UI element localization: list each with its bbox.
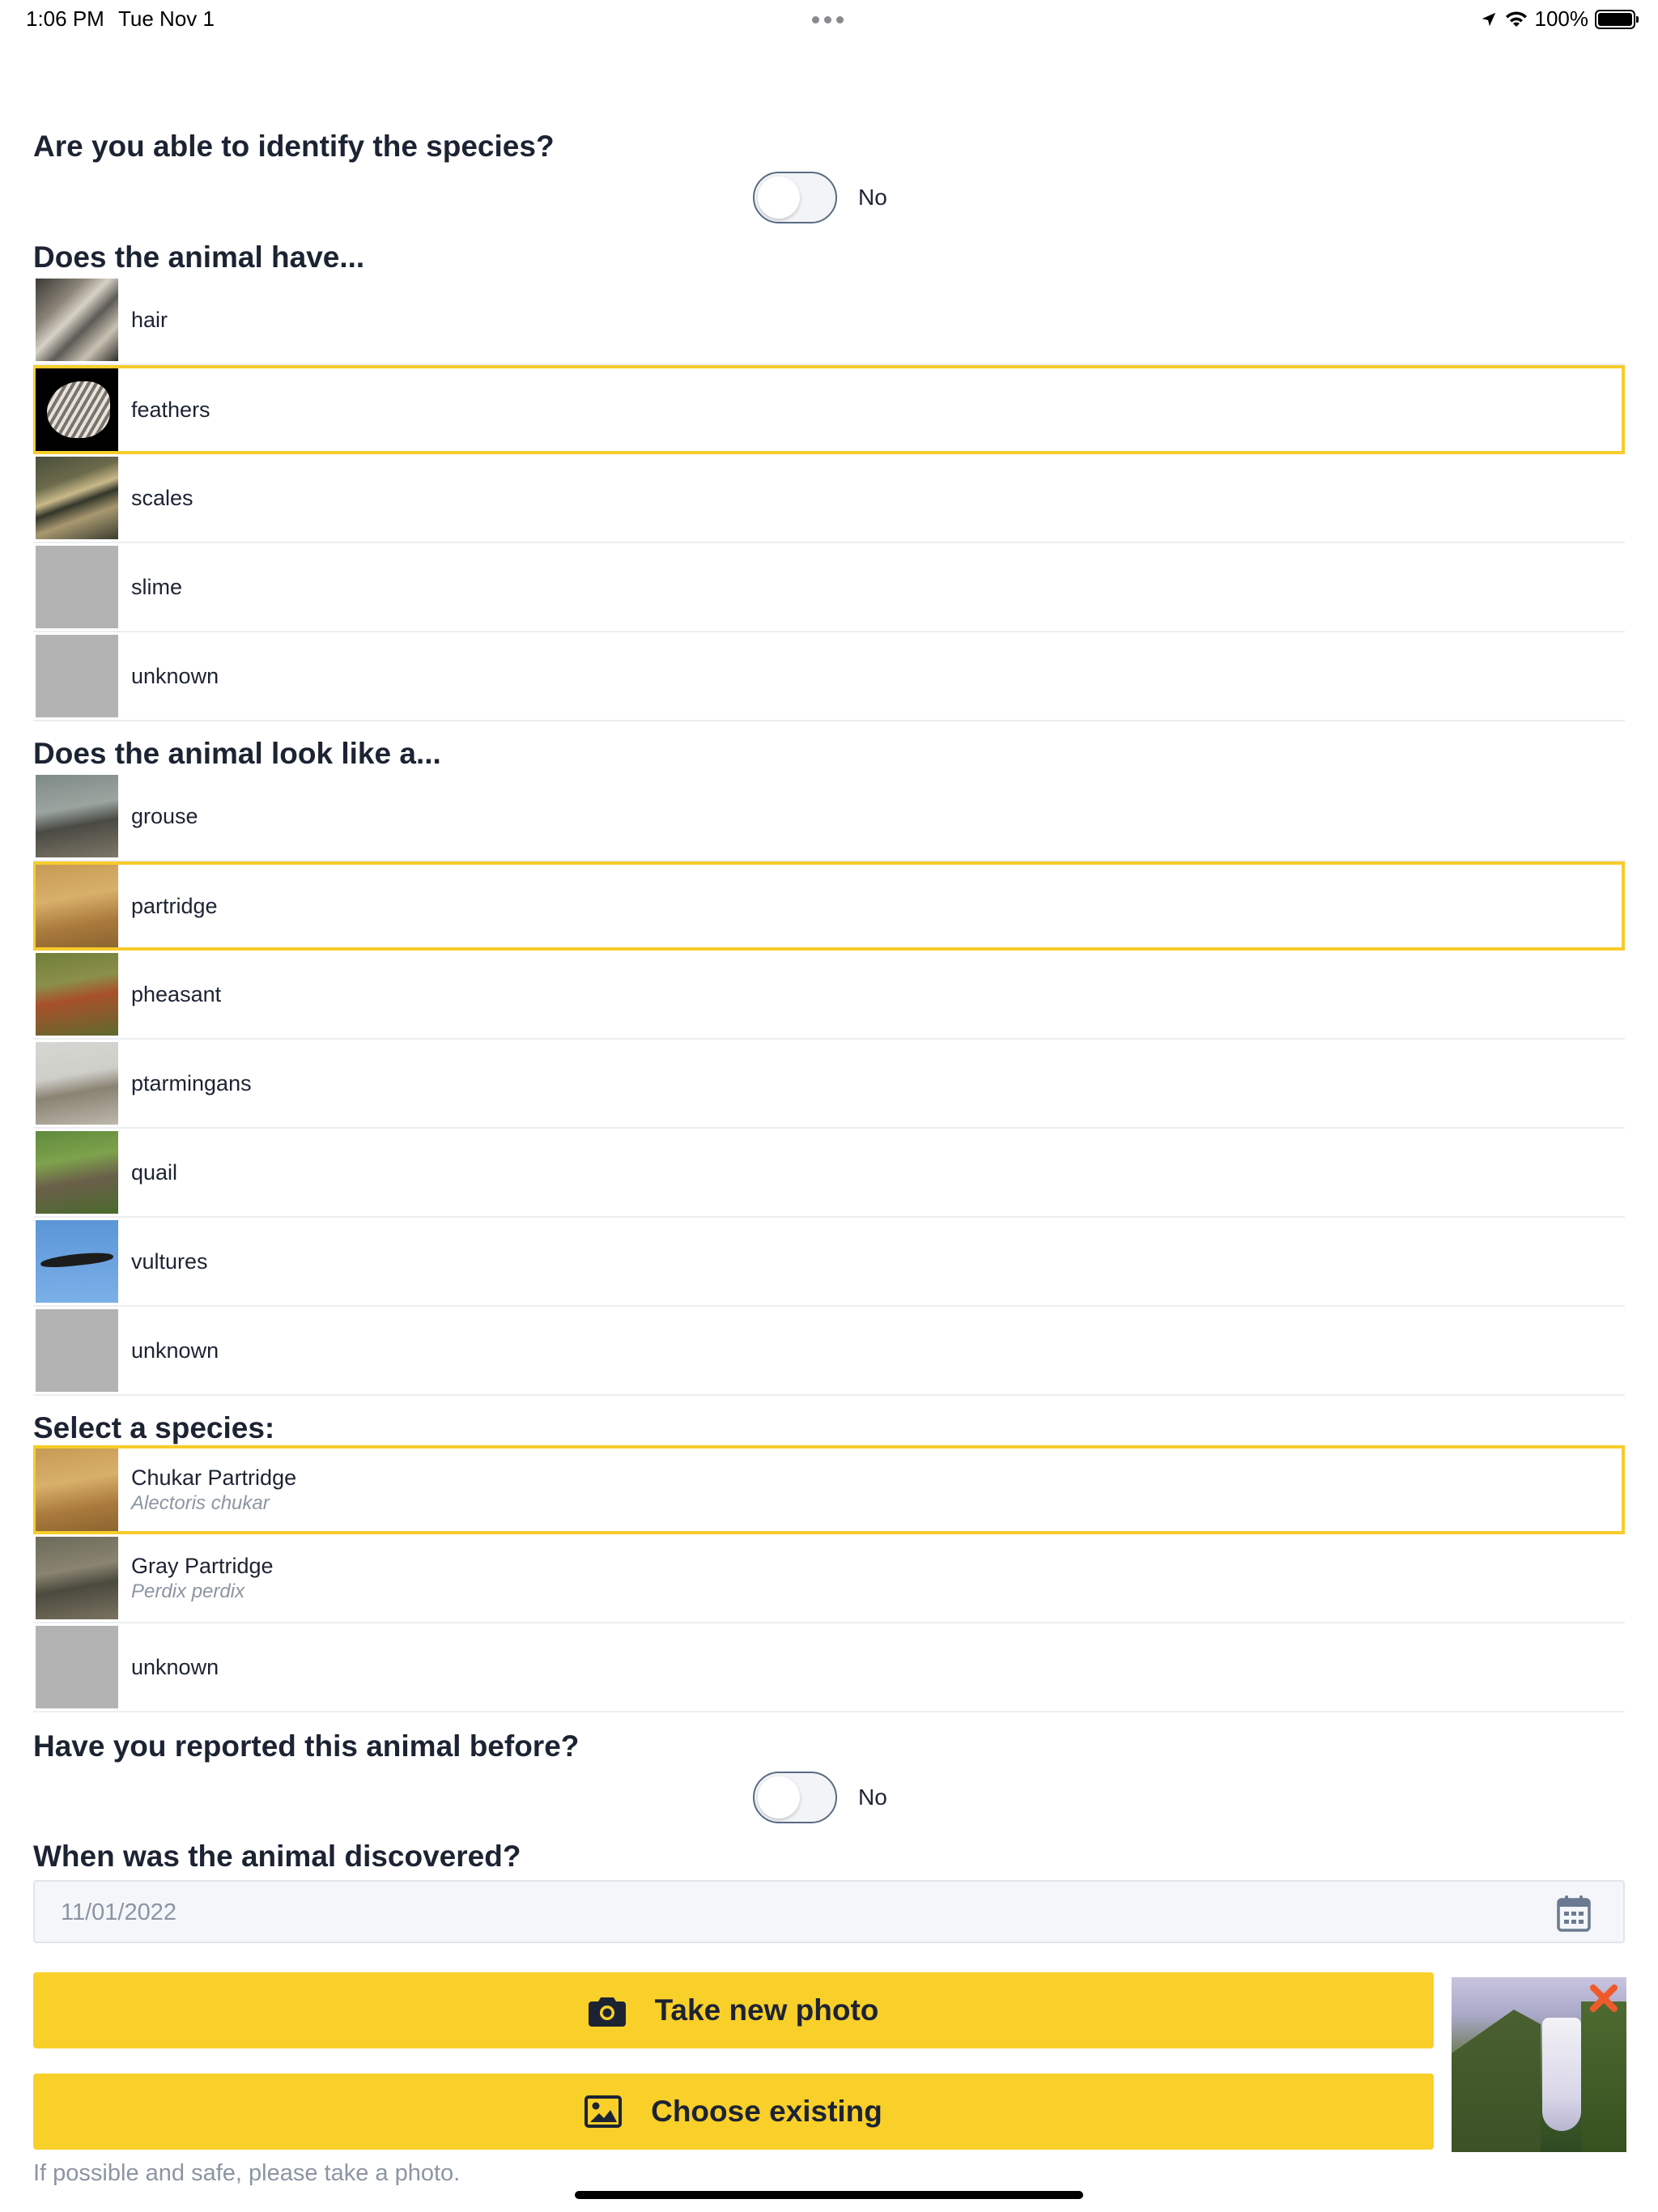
- identify-toggle-row: No: [753, 172, 887, 223]
- partridge-thumbnail: [36, 865, 118, 947]
- look-like-heading: Does the animal look like a...: [33, 737, 441, 770]
- image-icon: [585, 2095, 623, 2128]
- option-label: pheasant: [131, 981, 222, 1006]
- photo-hint: If possible and safe, please take a phot…: [33, 2160, 461, 2186]
- reported-toggle[interactable]: [753, 1772, 837, 1823]
- quail-thumbnail: [36, 1131, 118, 1214]
- ptarmingans-thumbnail: [36, 1042, 118, 1125]
- discovered-date-value: 11/01/2022: [61, 1899, 176, 1925]
- close-icon[interactable]: [1589, 1984, 1618, 2013]
- option-label: grouse: [131, 803, 198, 828]
- option-label: hair: [131, 307, 168, 332]
- feature-option-unknown[interactable]: unknown: [33, 632, 1625, 721]
- features-heading: Does the animal have...: [33, 240, 365, 274]
- photo-preview: [1452, 1977, 1626, 2152]
- take-photo-label: Take new photo: [654, 1993, 879, 2027]
- look-option-quail[interactable]: quail: [33, 1129, 1625, 1218]
- discovered-question: When was the animal discovered?: [33, 1840, 521, 1873]
- species-option-unknown[interactable]: unknown: [33, 1623, 1625, 1712]
- reported-question: Have you reported this animal before?: [33, 1729, 580, 1763]
- species-scientific-name: Alectoris chukar: [131, 1491, 270, 1514]
- look-option-unknown[interactable]: unknown: [33, 1307, 1625, 1396]
- camera-icon: [588, 1997, 626, 2027]
- grouse-thumbnail: [36, 775, 118, 857]
- multitasking-dots-icon[interactable]: [812, 16, 844, 23]
- feature-option-slime[interactable]: slime: [33, 543, 1625, 632]
- identify-question: Are you able to identify the species?: [33, 130, 555, 163]
- placeholder-thumbnail: [36, 1309, 118, 1392]
- feathers-thumbnail: [36, 368, 118, 451]
- scales-thumbnail: [36, 457, 118, 539]
- look-option-grouse[interactable]: grouse: [33, 772, 1625, 861]
- identify-toggle[interactable]: [753, 172, 837, 223]
- look-option-pheasant[interactable]: pheasant: [33, 951, 1625, 1040]
- hair-thumbnail: [36, 279, 118, 361]
- wifi-icon: [1505, 11, 1527, 27]
- option-label: partridge: [131, 893, 218, 918]
- option-label: slime: [131, 574, 183, 599]
- chukar-partridge-thumbnail: [36, 1448, 118, 1531]
- status-time: 1:06 PM: [26, 6, 104, 31]
- species-option-gray-partridge[interactable]: Gray Partridge Perdix perdix: [33, 1534, 1625, 1623]
- choose-existing-button[interactable]: Choose existing: [33, 2074, 1434, 2150]
- location-arrow-icon: [1482, 12, 1495, 26]
- option-label: quail: [131, 1159, 178, 1185]
- option-label: ptarmingans: [131, 1070, 252, 1095]
- species-heading: Select a species:: [33, 1411, 275, 1444]
- species-option-chukar-partridge[interactable]: Chukar Partridge Alectoris chukar: [33, 1445, 1625, 1534]
- battery-percentage: 100%: [1534, 6, 1589, 31]
- reported-toggle-row: No: [753, 1772, 887, 1823]
- option-label: unknown: [131, 1338, 219, 1363]
- species-scientific-name: Perdix perdix: [131, 1580, 245, 1602]
- pheasant-thumbnail: [36, 953, 118, 1036]
- option-label: unknown: [131, 663, 219, 688]
- home-indicator[interactable]: [575, 2191, 1083, 2199]
- discovered-date-field[interactable]: 11/01/2022: [33, 1880, 1625, 1943]
- species-common-name: Chukar Partridge: [131, 1465, 297, 1490]
- choose-existing-label: Choose existing: [651, 2095, 882, 2128]
- status-bar: 1:06 PM Tue Nov 1 100%: [0, 0, 1658, 39]
- look-option-partridge[interactable]: partridge: [33, 861, 1625, 951]
- option-label: unknown: [131, 1654, 219, 1679]
- take-photo-button[interactable]: Take new photo: [33, 1972, 1434, 2048]
- placeholder-thumbnail: [36, 1626, 118, 1708]
- feature-option-feathers[interactable]: feathers: [33, 365, 1625, 454]
- look-option-vultures[interactable]: vultures: [33, 1218, 1625, 1307]
- battery-icon: [1595, 9, 1639, 29]
- reported-toggle-label: No: [858, 1784, 887, 1810]
- gray-partridge-thumbnail: [36, 1537, 118, 1619]
- identify-toggle-label: No: [858, 185, 887, 210]
- feature-option-scales[interactable]: scales: [33, 454, 1625, 543]
- option-label: feathers: [131, 397, 210, 422]
- look-option-ptarmingans[interactable]: ptarmingans: [33, 1040, 1625, 1129]
- vultures-thumbnail: [36, 1220, 118, 1303]
- calendar-icon[interactable]: [1557, 1895, 1591, 1932]
- option-label: scales: [131, 485, 193, 510]
- placeholder-thumbnail: [36, 635, 118, 717]
- species-common-name: Gray Partridge: [131, 1553, 274, 1578]
- placeholder-thumbnail: [36, 546, 118, 628]
- option-label: vultures: [131, 1249, 208, 1274]
- status-date: Tue Nov 1: [118, 6, 215, 31]
- feature-option-hair[interactable]: hair: [33, 276, 1625, 365]
